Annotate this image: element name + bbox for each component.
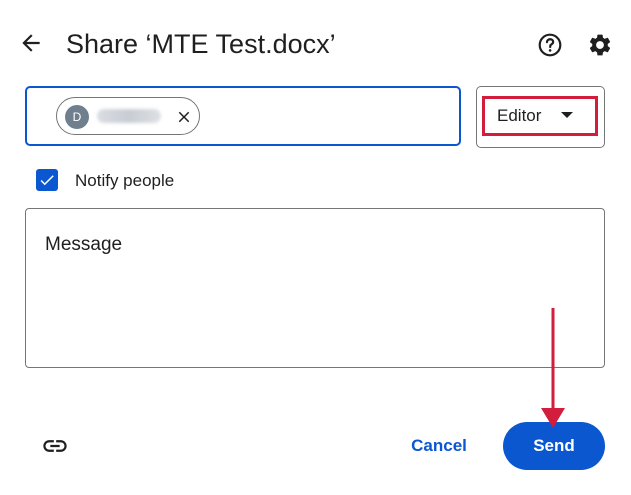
recipient-name-redacted	[97, 109, 161, 123]
caret-down-icon	[561, 112, 573, 118]
message-placeholder: Message	[45, 234, 123, 255]
role-dropdown[interactable]: Editor	[486, 100, 594, 132]
notify-people-checkbox[interactable]	[36, 169, 58, 191]
remove-recipient-button[interactable]	[173, 106, 195, 128]
recipient-chip[interactable]: D	[56, 97, 200, 135]
help-icon	[538, 33, 562, 57]
share-dialog: Share ‘MTE Test.docx’ D Editor Notify pe…	[0, 0, 631, 495]
add-people-input[interactable]: D	[25, 86, 461, 146]
arrow-back-icon	[22, 34, 40, 52]
avatar: D	[65, 105, 89, 129]
gear-icon	[589, 34, 611, 56]
close-icon	[178, 111, 190, 123]
notify-people-label: Notify people	[75, 171, 175, 190]
message-textarea[interactable]: Message	[25, 208, 605, 368]
settings-button[interactable]	[585, 30, 615, 60]
copy-link-button[interactable]	[38, 430, 72, 462]
help-button[interactable]	[535, 30, 565, 60]
back-button[interactable]	[14, 26, 48, 60]
role-dropdown-value: Editor	[497, 106, 542, 125]
link-icon	[43, 440, 67, 452]
checkmark-icon	[40, 175, 54, 186]
send-button[interactable]: Send	[503, 422, 605, 470]
cancel-button[interactable]: Cancel	[400, 426, 478, 466]
dialog-title: Share ‘MTE Test.docx’	[66, 29, 336, 59]
